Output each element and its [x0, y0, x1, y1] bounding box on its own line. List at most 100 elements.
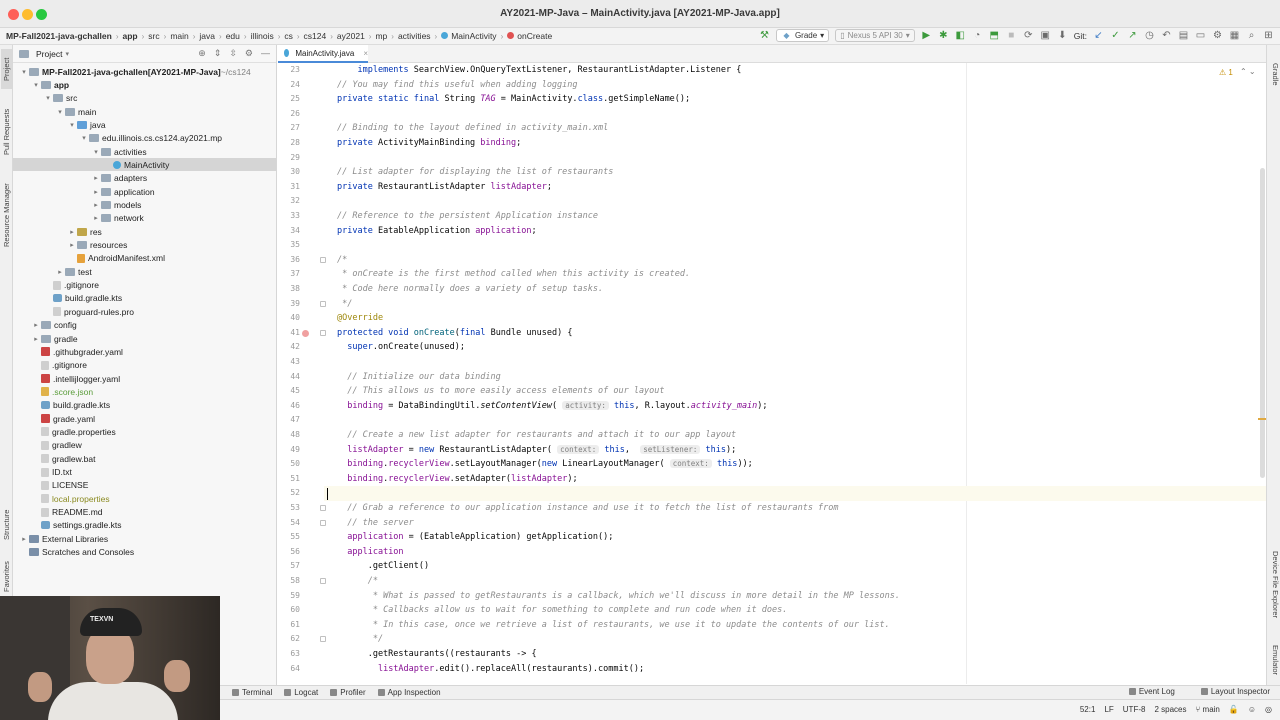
tree-item[interactable]: grade.yaml — [13, 412, 276, 425]
tree-item[interactable]: ▸ models — [13, 199, 276, 212]
profile-icon[interactable]: ◔ — [972, 30, 983, 41]
breadcrumb-item[interactable]: MP-Fall2021-java-gchallen — [6, 31, 112, 41]
fold-icon[interactable] — [320, 636, 326, 643]
fold-icon[interactable] — [320, 505, 326, 511]
hide-icon[interactable]: — — [261, 48, 270, 59]
layout-icon[interactable]: ▦ — [1229, 30, 1240, 41]
editor-scrollbar[interactable] — [1260, 168, 1265, 478]
run-icon[interactable]: ▶ — [921, 30, 932, 41]
close-icon[interactable]: × — [363, 49, 368, 58]
favorites-tool-tab[interactable]: Favorites — [1, 557, 12, 597]
device-file-explorer-tool-tab[interactable]: Device File Explorer — [1269, 551, 1280, 618]
tree-item[interactable]: ▾ java — [13, 118, 276, 131]
chevron-down-icon[interactable]: ▾ — [67, 121, 77, 129]
chevron-right-icon[interactable]: ▸ — [67, 228, 77, 236]
hammer-build-icon[interactable]: ⚒ — [759, 30, 770, 41]
tree-item[interactable]: build.gradle.kts — [13, 292, 276, 305]
project-structure-icon[interactable]: ▤ — [1178, 30, 1189, 41]
tree-item[interactable]: ▸ adapters — [13, 172, 276, 185]
tree-item[interactable]: ▸ resources — [13, 239, 276, 252]
fold-icon[interactable] — [320, 578, 326, 584]
profiler-tool-tab[interactable]: Profiler — [330, 688, 366, 697]
chevron-down-icon[interactable]: ▾ — [43, 94, 53, 102]
tree-item[interactable]: build.gradle.kts — [13, 399, 276, 412]
memory-icon[interactable]: ◎ — [1265, 705, 1272, 714]
emulator-tool-tab[interactable]: Emulator — [1269, 645, 1280, 675]
tree-item[interactable]: gradle.properties — [13, 425, 276, 438]
warning-indicator[interactable]: ⚠ 1 — [1219, 68, 1233, 77]
chevron-right-icon[interactable]: ▸ — [55, 268, 65, 276]
tree-item[interactable]: ▸ test — [13, 265, 276, 278]
tree-item[interactable]: settings.gradle.kts — [13, 519, 276, 532]
tree-item[interactable]: LICENSE — [13, 479, 276, 492]
chevron-down-icon[interactable]: ▾ — [31, 81, 41, 89]
tree-item[interactable]: .intellijlogger.yaml — [13, 372, 276, 385]
chevron-right-icon[interactable]: ▸ — [91, 188, 101, 196]
breadcrumb-item[interactable]: edu — [226, 31, 240, 41]
tree-item[interactable]: ▸ network — [13, 212, 276, 225]
tree-item[interactable]: ▸ External Libraries — [13, 532, 276, 545]
chevron-right-icon[interactable]: ▸ — [91, 214, 101, 222]
fold-icon[interactable] — [320, 300, 326, 307]
chevron-right-icon[interactable]: ▸ — [31, 335, 41, 343]
expand-all-icon[interactable]: ⇕ — [214, 48, 222, 59]
tree-item[interactable]: proguard-rules.pro — [13, 305, 276, 318]
warning-nav-icon[interactable]: ⌃ ⌄ — [1240, 67, 1256, 76]
tree-item[interactable]: ▾ MP-Fall2021-java-gchallen [AY2021-MP-Ja… — [13, 65, 276, 78]
fold-icon[interactable] — [320, 256, 326, 263]
stop-icon[interactable]: ■ — [1006, 30, 1017, 41]
tree-item[interactable]: .githubgrader.yaml — [13, 345, 276, 358]
chevron-right-icon[interactable]: ▸ — [91, 174, 101, 182]
pull-requests-tool-tab[interactable]: Pull Requests — [1, 101, 12, 163]
tree-item[interactable]: .score.json — [13, 385, 276, 398]
tab-main-activity[interactable]: MainActivity.java × — [278, 45, 368, 63]
tree-item[interactable]: gradlew.bat — [13, 452, 276, 465]
structure-tool-tab[interactable]: Structure — [1, 505, 12, 545]
tree-item[interactable]: ID.txt — [13, 466, 276, 479]
tree-item[interactable]: README.md — [13, 506, 276, 519]
breadcrumb-item[interactable]: java — [199, 31, 215, 41]
chevron-right-icon[interactable]: ▸ — [91, 201, 101, 209]
run-config-select[interactable]: ◆ Grade ▾ — [775, 29, 830, 42]
tree-item[interactable]: .gitignore — [13, 279, 276, 292]
layout-inspector-tool-tab[interactable]: Layout Inspector — [1200, 687, 1270, 696]
chevron-down-icon[interactable]: ▾ — [19, 68, 29, 76]
attach-debugger-icon[interactable]: ⬒ — [989, 30, 1000, 41]
git-commit-icon[interactable]: ✓ — [1110, 30, 1121, 41]
indent-setting[interactable]: 2 spaces — [1154, 705, 1186, 714]
tree-item[interactable]: gradlew — [13, 439, 276, 452]
caret-position[interactable]: 52:1 — [1080, 705, 1096, 714]
sdk-manager-icon[interactable]: ⬇ — [1057, 30, 1068, 41]
inspection-icon[interactable]: ☺ — [1248, 705, 1256, 714]
tree-item[interactable]: ▾ activities — [13, 145, 276, 158]
line-separator[interactable]: LF — [1104, 705, 1113, 714]
git-branch[interactable]: ⑂ main — [1195, 705, 1219, 714]
fold-icon[interactable] — [320, 329, 326, 336]
lock-icon[interactable]: 🔓 — [1229, 705, 1239, 714]
logcat-tool-tab[interactable]: Logcat — [284, 688, 318, 697]
device-select[interactable]: ▯ Nexus 5 API 30 ▾ — [835, 29, 915, 42]
breadcrumb-item[interactable]: cs — [284, 31, 293, 41]
settings-icon[interactable]: ⚙ — [1212, 30, 1223, 41]
terminal-tool-tab[interactable]: Terminal — [232, 688, 272, 697]
tree-item[interactable]: ▸ res — [13, 225, 276, 238]
git-update-icon[interactable]: ↙ — [1093, 30, 1104, 41]
gradle-tool-tab[interactable]: Gradle — [1269, 63, 1280, 86]
breadcrumb-item[interactable]: mp — [375, 31, 387, 41]
tree-item[interactable]: .gitignore — [13, 359, 276, 372]
grid-icon[interactable]: ⊞ — [1263, 30, 1274, 41]
breadcrumb-item[interactable]: app — [123, 31, 138, 41]
chevron-down-icon[interactable]: ▾ — [55, 108, 65, 116]
project-tool-tab[interactable]: Project — [1, 49, 12, 89]
file-encoding[interactable]: UTF-8 — [1123, 705, 1146, 714]
event-log-tool-tab[interactable]: Event Log — [1128, 687, 1175, 696]
avd-manager-icon[interactable]: ▣ — [1040, 30, 1051, 41]
project-view-select[interactable]: Project — [36, 49, 62, 59]
chevron-down-icon[interactable]: ▾ — [91, 148, 101, 156]
tree-item[interactable]: ▸ application — [13, 185, 276, 198]
override-marker-icon[interactable] — [302, 329, 309, 337]
collapse-all-icon[interactable]: ⇳ — [229, 48, 237, 59]
git-push-icon[interactable]: ↗ — [1127, 30, 1138, 41]
breadcrumb-item[interactable]: onCreate — [507, 31, 552, 41]
locate-icon[interactable]: ⊕ — [198, 48, 206, 59]
